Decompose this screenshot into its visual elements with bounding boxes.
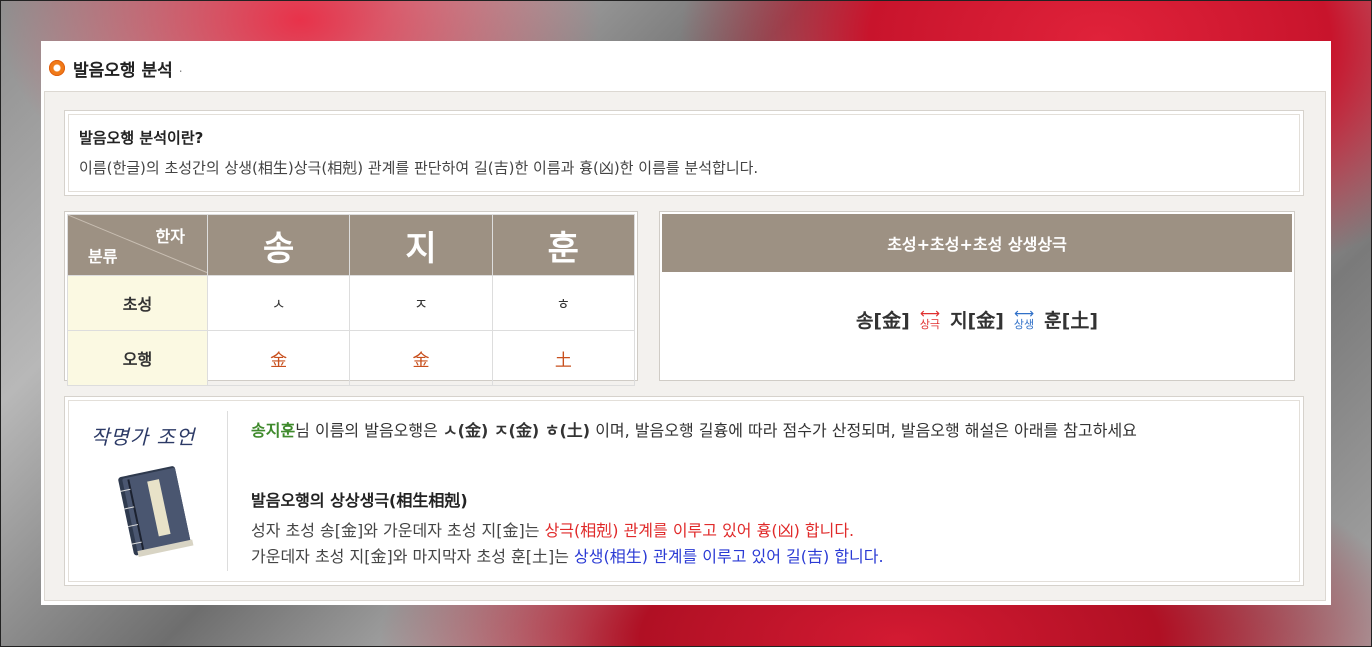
- chosung-cell-2: ㅈ: [349, 275, 493, 331]
- chosung-cell-1: ㅅ: [206, 275, 351, 331]
- advice-caption: 작명가 조언: [91, 425, 196, 449]
- row-label-ohaeng: 오행: [67, 330, 208, 386]
- summary-ohaeng: ㅅ(金) ㅈ(金) ㅎ(土): [442, 421, 591, 440]
- advice-heading: 발음오행의 상상생극(相生相剋): [251, 491, 468, 510]
- conflict-arrow-icon: ⟷ 상극: [919, 306, 941, 331]
- table-row: 오행 金 金 土: [67, 330, 636, 386]
- char-header-1: 송: [206, 214, 351, 276]
- char-header-3: 훈: [491, 214, 636, 276]
- advice-box: 작명가 조언 송지훈님 이름의 발음오행은 ㅅ(金) ㅈ(金) ㅎ(土) 이며,…: [64, 396, 1304, 586]
- chosung-cell-3: ㅎ: [491, 275, 636, 331]
- table-row: 초성 ㅅ ㅈ ㅎ: [67, 275, 636, 331]
- ohaeng-cell-1: 金: [206, 330, 351, 386]
- corner-label-category: 분류: [88, 247, 118, 266]
- ohaeng-cell-3: 土: [491, 330, 636, 386]
- advice-line-conflict: 성자 초성 송[金]와 가운데자 초성 지[金]는 상극(相剋) 관계를 이루고…: [251, 517, 854, 541]
- analysis-panel: 발음오행 분석 . 발음오행 분석이란? 이름(한글)의 초성간의 상생(相生)…: [41, 41, 1331, 605]
- relation-third: 훈[土]: [1044, 310, 1099, 332]
- advice-illustration: 작명가 조언: [79, 411, 228, 571]
- relation-label-1: 상극: [919, 318, 941, 331]
- ohaeng-cell-2: 金: [349, 330, 493, 386]
- harmony-arrow-icon: ⟷ 상생: [1013, 306, 1035, 331]
- conflict-result: 상극(相剋) 관계를 이루고 있어 흉(凶) 합니다.: [544, 521, 855, 540]
- corner-label-hanja: 한자: [155, 227, 185, 246]
- section-header: 발음오행 분석 .: [49, 55, 183, 81]
- book-icon: [118, 466, 194, 558]
- relation-second: 지[金]: [950, 310, 1004, 332]
- orange-bullet-icon: [49, 60, 65, 76]
- relation-chain: 송[金] ⟷ 상극 지[金] ⟷ 상생 훈[土]: [662, 306, 1292, 333]
- relation-first: 송[金]: [855, 310, 910, 332]
- intro-box: 발음오행 분석이란? 이름(한글)의 초성간의 상생(相生)상극(相剋) 관계를…: [64, 110, 1304, 196]
- summary-part-c: 이며, 발음오행 길흉에 따라 점수가 산정되며, 발음오행 해설은 아래를 참…: [590, 421, 1137, 440]
- char-header-2: 지: [349, 214, 493, 276]
- relation-box: 초성+초성+초성 상생상극 송[金] ⟷ 상극 지[金] ⟷ 상생 훈[土]: [659, 211, 1295, 381]
- advice-line-harmony: 가운데자 초성 지[金]와 마지막자 초성 훈[土]는 상생(相生) 관계를 이…: [251, 543, 884, 567]
- section-title-dot: .: [178, 61, 183, 75]
- advice-summary: 송지훈님 이름의 발음오행은 ㅅ(金) ㅈ(金) ㅎ(土) 이며, 발음오행 길…: [251, 417, 1137, 441]
- content-area: 발음오행 분석이란? 이름(한글)의 초성간의 상생(相生)상극(相剋) 관계를…: [44, 91, 1326, 601]
- section-title: 발음오행 분석: [73, 60, 173, 81]
- hanja-table: 한자 분류 송 지 훈 초성 ㅅ ㅈ ㅎ 오행 金 金 土: [64, 211, 638, 386]
- harmony-prefix: 가운데자 초성 지[金]와 마지막자 초성 훈[土]는: [251, 547, 575, 566]
- table-corner-cell: 한자 분류: [67, 214, 208, 276]
- harmony-result: 상생(相生) 관계를 이루고 있어 길(吉) 합니다.: [574, 547, 884, 566]
- person-name: 송지훈: [251, 421, 296, 440]
- conflict-prefix: 성자 초성 송[金]와 가운데자 초성 지[金]는: [251, 521, 545, 540]
- row-label-chosung: 초성: [67, 275, 208, 331]
- summary-part-a: 님 이름의 발음오행은: [295, 421, 443, 440]
- relation-header: 초성+초성+초성 상생상극: [662, 214, 1292, 272]
- intro-heading: 발음오행 분석이란?: [79, 129, 204, 147]
- intro-text: 이름(한글)의 초성간의 상생(相生)상극(相剋) 관계를 판단하여 길(吉)한…: [79, 159, 759, 177]
- hanja-header-row: 한자 분류 송 지 훈: [67, 214, 636, 276]
- relation-label-2: 상생: [1013, 318, 1035, 331]
